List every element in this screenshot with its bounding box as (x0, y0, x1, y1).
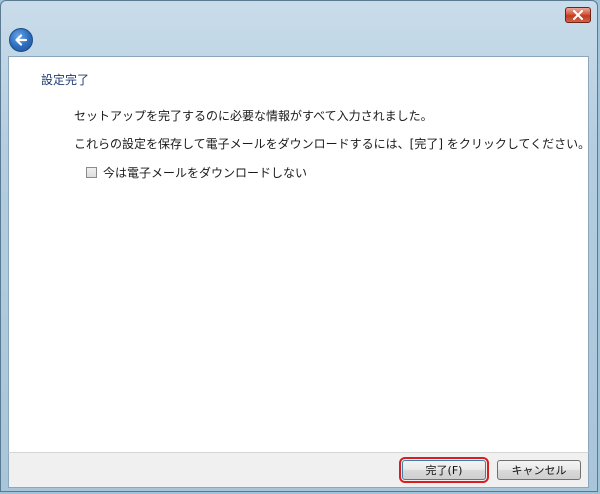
no-download-label: 今は電子メールをダウンロードしない (103, 166, 308, 180)
content-panel: 設定完了 セットアップを完了するのに必要な情報がすべて入力されました。 これらの… (8, 56, 591, 452)
instruction-message: これらの設定を保存して電子メールをダウンロードするには、[完了] をクリックして… (74, 137, 591, 151)
back-button[interactable] (9, 28, 33, 52)
navigation-bar (1, 25, 597, 57)
close-button[interactable] (565, 7, 591, 23)
button-bar: 完了(F) キャンセル (8, 452, 589, 488)
finish-button[interactable]: 完了(F) (399, 457, 489, 483)
no-download-checkbox[interactable] (86, 167, 97, 178)
no-download-option[interactable]: 今は電子メールをダウンロードしない (86, 164, 307, 181)
cancel-button[interactable]: キャンセル (497, 460, 581, 480)
page-title: 設定完了 (41, 73, 90, 87)
back-arrow-icon (15, 34, 28, 46)
close-icon (573, 10, 583, 20)
completion-message: セットアップを完了するのに必要な情報がすべて入力されました。 (74, 109, 433, 123)
